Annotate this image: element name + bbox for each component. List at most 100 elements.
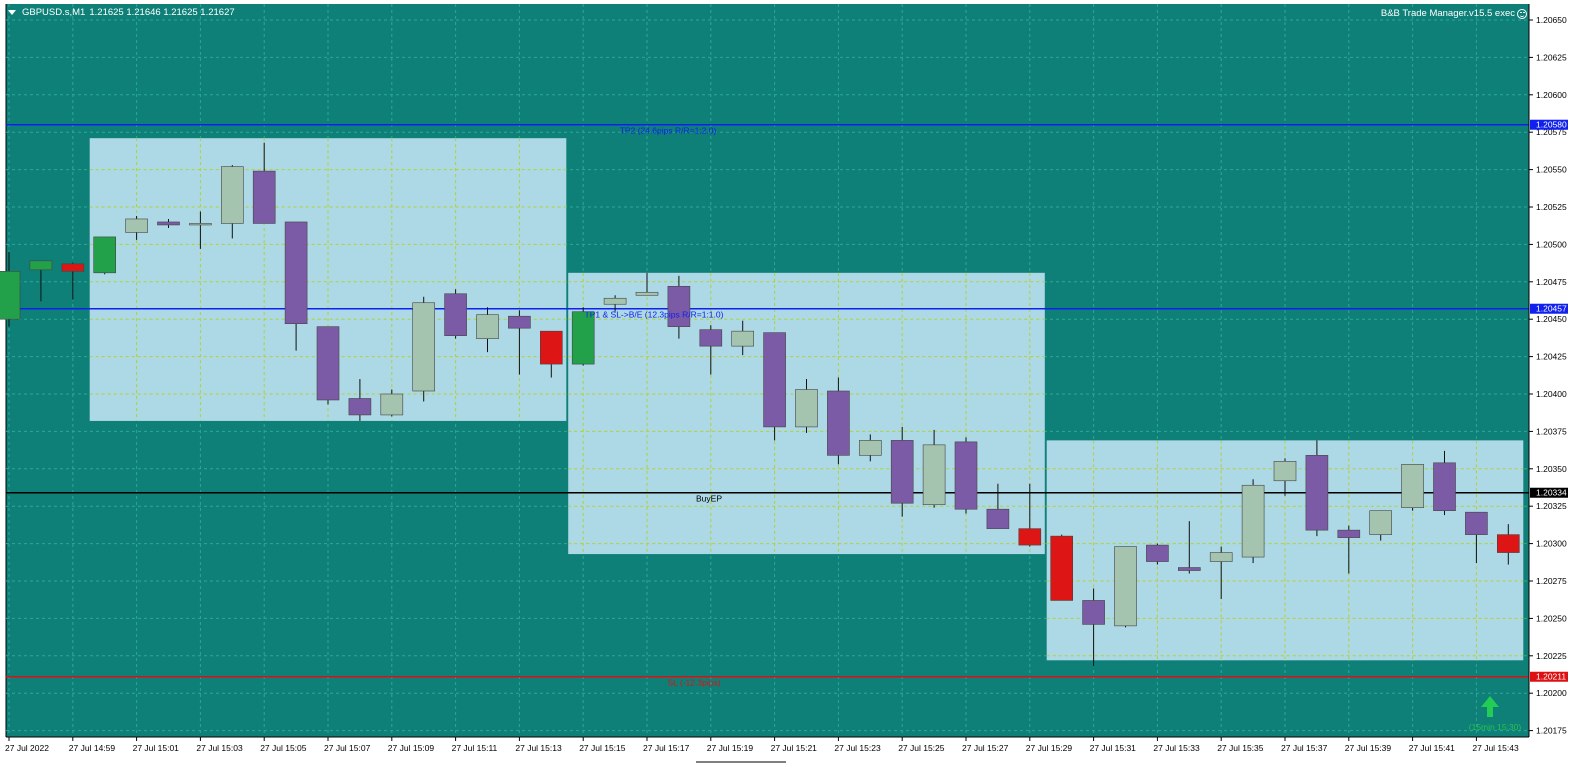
price-tick-label: 1.20650 [1536, 15, 1567, 25]
price-tick-label: 1.20300 [1536, 539, 1567, 549]
time-tick-label: 27 Jul 15:23 [834, 743, 881, 753]
candle-body [284, 221, 308, 324]
candle-body [667, 285, 691, 327]
candle [316, 326, 340, 405]
time-tick-label: 27 Jul 15:29 [1026, 743, 1073, 753]
candle-body [157, 221, 180, 226]
candle-body [476, 314, 499, 339]
price-level-tag-label: 1.20457 [1536, 304, 1567, 314]
candle-body [539, 330, 563, 365]
candle-body [508, 315, 531, 329]
candle-body [189, 223, 212, 226]
candle-body [29, 260, 53, 271]
candle [444, 289, 467, 339]
candle-body [795, 389, 818, 428]
price-tick-label: 1.20375 [1536, 426, 1567, 436]
candle [763, 332, 786, 441]
candle-body [1082, 600, 1105, 625]
time-tick-label: 27 Jul 15:43 [1472, 743, 1519, 753]
time-tick-label: 27 Jul 15:21 [771, 743, 818, 753]
level-label: BuyEP [696, 494, 722, 504]
candle-body [603, 297, 627, 305]
candle-body [252, 170, 276, 224]
time-tick-label: 27 Jul 15:25 [898, 743, 945, 753]
price-chart[interactable]: TP2 (24.6pips R/R=1:2.0) TP1 & SL->B/E (1… [0, 0, 1571, 763]
candle-body [1497, 534, 1520, 553]
time-tick-label: 27 Jul 14:59 [69, 743, 116, 753]
expert-advisor-label: B&B Trade Manager.v15.5 exec [1381, 8, 1527, 19]
candle-body [635, 291, 659, 296]
candle [954, 437, 978, 514]
price-axis: 1.206501.206251.206001.205751.205501.205… [1528, 4, 1571, 737]
time-tick-label: 27 Jul 15:01 [133, 743, 180, 753]
candle-body [922, 444, 946, 506]
price-tick-label: 1.20175 [1536, 726, 1567, 736]
candle-body [1050, 535, 1073, 601]
time-axis: 27 Jul 2022 27 Jul 14:59 27 Jul 15:01 27 Ju… [0, 736, 1571, 763]
time-tick-label: 27 Jul 15:31 [1090, 743, 1137, 753]
candle-body [699, 329, 723, 347]
candle-body [1305, 455, 1329, 531]
candle [1146, 543, 1169, 565]
candle-body [986, 508, 1010, 529]
price-tick-label: 1.20475 [1536, 277, 1567, 287]
time-tick-label: 27 Jul 15:11 [452, 743, 498, 753]
time-tick-label: 27 Jul 15:07 [324, 743, 371, 753]
candle-body [1209, 552, 1233, 562]
candle-body [444, 293, 467, 336]
candle-body [1178, 567, 1201, 571]
level-label: SL (-12.3pips) [667, 678, 720, 688]
time-tick-label: 27 Jul 15:19 [707, 743, 754, 753]
candle-body [61, 263, 85, 272]
time-tick-label: 27 Jul 15:05 [260, 743, 307, 753]
price-tick-label: 1.20500 [1536, 239, 1567, 249]
dropdown-arrow-icon[interactable] [8, 10, 16, 15]
candle-body [1433, 462, 1456, 511]
time-tick-label: 27 Jul 15:27 [962, 743, 1009, 753]
price-tick-label: 1.20250 [1536, 613, 1567, 623]
candle-body [348, 398, 372, 416]
smiley-icon [1517, 8, 1527, 19]
candle-body [125, 218, 148, 233]
time-tick-label: 27 Jul 2022 [5, 743, 49, 753]
price-tick-label: 1.20550 [1536, 165, 1567, 175]
time-tick-label: 27 Jul 15:09 [388, 743, 435, 753]
time-tick-label: 27 Jul 15:35 [1217, 743, 1264, 753]
ea-name: B&B Trade Manager.v15.5 exec [1380, 8, 1515, 19]
time-tick-label: 27 Jul 15:41 [1409, 743, 1456, 753]
candle-body [1146, 544, 1169, 562]
candle-body [1114, 546, 1137, 627]
candle-body [1465, 511, 1488, 535]
candle-body [954, 441, 978, 510]
candle-body [93, 236, 116, 274]
candle-body [0, 271, 21, 320]
price-tick-label: 1.20625 [1536, 52, 1567, 62]
chart-canvas[interactable]: TP2 (24.6pips R/R=1:2.0) TP1 & SL->B/E (1… [0, 0, 1571, 763]
price-axis-background [1529, 4, 1571, 737]
price-tick-label: 1.20350 [1536, 464, 1567, 474]
price-tick-label: 1.20525 [1536, 202, 1567, 212]
candle-body [221, 166, 244, 224]
candle-body [890, 440, 914, 504]
candle-body [763, 332, 786, 428]
candle-body [1241, 484, 1265, 558]
candle [412, 296, 436, 402]
candle-body [731, 330, 755, 347]
candle [1050, 534, 1073, 601]
ohlc-label: 1.21625 1.21646 1.21625 1.21627 [89, 7, 235, 18]
candle-body [412, 302, 436, 392]
price-level-tag-label: 1.20580 [1536, 120, 1567, 130]
candle-body [1369, 510, 1392, 535]
price-level-tag-label: 1.20334 [1536, 488, 1567, 498]
time-tick-label: 27 Jul 15:13 [515, 743, 562, 753]
time-tick-label: 27 Jul 15:15 [579, 743, 626, 753]
candle [1241, 479, 1265, 564]
time-tick-label: 27 Jul 15:33 [1153, 743, 1200, 753]
candle [890, 426, 914, 517]
time-tick-label: 27 Jul 15:39 [1345, 743, 1392, 753]
time-tick-label: 27 Jul 15:37 [1281, 743, 1328, 753]
time-tick-label: 27 Jul 15:17 [643, 743, 690, 753]
price-tick-label: 1.20225 [1536, 651, 1567, 661]
level-label: TP2 (24.6pips R/R=1:2.0) [620, 126, 717, 136]
candle-body [858, 440, 882, 456]
